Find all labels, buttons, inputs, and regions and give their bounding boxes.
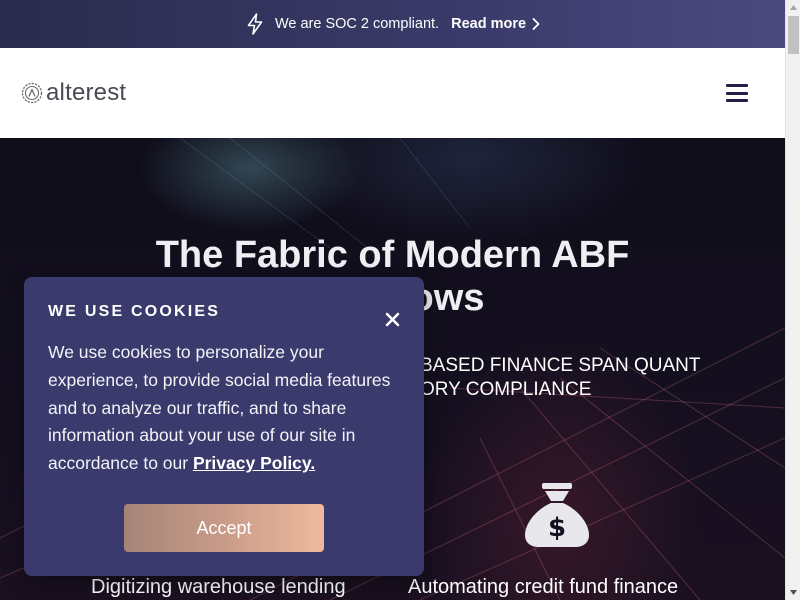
alterest-logo-mark-icon	[21, 82, 43, 104]
read-more-label: Read more	[451, 16, 527, 32]
menu-bar	[726, 91, 748, 95]
menu-bar	[726, 99, 748, 102]
scrollbar-thumb[interactable]	[788, 16, 799, 54]
money-bag-icon: $	[525, 483, 589, 547]
chevron-right-icon	[532, 18, 540, 30]
accept-button-label: Accept	[196, 517, 252, 538]
site-logo[interactable]: alterest	[21, 79, 126, 107]
svg-text:$: $	[548, 513, 566, 543]
hero-title-line-1: The Fabric of Modern ABF	[155, 234, 630, 276]
accept-cookies-button[interactable]: Accept	[124, 504, 324, 552]
site-header: alterest	[0, 48, 785, 138]
read-more-link[interactable]: Read more	[451, 16, 540, 32]
feature-label-credit-fund-finance: Automating credit fund finance	[408, 576, 679, 598]
lightning-bolt-icon	[247, 13, 263, 35]
scroll-down-arrow-icon[interactable]	[786, 585, 800, 600]
cookie-consent-banner: WE USE COOKIES We use cookies to persona…	[24, 277, 424, 576]
hero-subtitle-line-2: ORY COMPLIANCE	[420, 379, 592, 400]
page-scrollbar[interactable]	[785, 0, 800, 600]
privacy-policy-link[interactable]: Privacy Policy.	[193, 453, 315, 473]
hero-subtitle-line-1: BASED FINANCE SPAN QUANT	[420, 355, 701, 376]
hero-subtitle: BASED FINANCE SPAN QUANT ORY COMPLIANCE	[420, 354, 750, 402]
scroll-up-arrow-icon[interactable]	[786, 0, 800, 15]
feature-label-warehouse-lending: Digitizing warehouse lending	[91, 576, 346, 598]
logo-wordmark: alterest	[46, 79, 127, 106]
menu-bar	[726, 84, 748, 87]
close-icon[interactable]	[385, 312, 400, 327]
cookie-banner-title: WE USE COOKIES	[48, 303, 221, 320]
announcement-bar: We are SOC 2 compliant. Read more	[0, 0, 785, 48]
hamburger-menu-icon[interactable]	[726, 84, 748, 102]
cookie-banner-text: We use cookies to personalize your exper…	[48, 339, 400, 478]
announcement-text: We are SOC 2 compliant.	[274, 16, 440, 32]
